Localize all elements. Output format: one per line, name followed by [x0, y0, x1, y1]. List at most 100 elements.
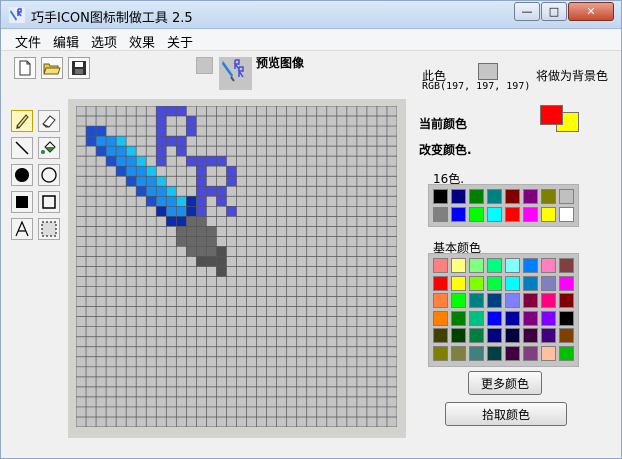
canvas-pixel[interactable]	[216, 246, 227, 257]
canvas-pixel[interactable]	[166, 206, 177, 217]
canvas-pixel[interactable]	[176, 226, 187, 237]
basic-color-swatch[interactable]	[541, 328, 556, 343]
canvas-pixel[interactable]	[116, 146, 127, 157]
save-button[interactable]	[68, 57, 90, 79]
rect-tool[interactable]	[38, 191, 60, 213]
canvas-pixel[interactable]	[116, 136, 127, 147]
canvas-pixel[interactable]	[206, 256, 217, 267]
basic-color-swatch[interactable]	[559, 293, 574, 308]
basic-color-swatch[interactable]	[487, 258, 502, 273]
basic-color-swatch[interactable]	[451, 310, 466, 326]
canvas-pixel[interactable]	[136, 176, 147, 187]
canvas-pixel[interactable]	[156, 146, 167, 157]
palette16-swatch[interactable]	[541, 206, 556, 222]
basic-color-swatch[interactable]	[541, 258, 556, 273]
canvas-pixel[interactable]	[216, 266, 227, 277]
canvas-pixel[interactable]	[156, 116, 167, 127]
basic-color-swatch[interactable]	[451, 275, 466, 291]
palette16-swatch[interactable]	[469, 189, 484, 204]
canvas-pixel[interactable]	[206, 226, 217, 237]
canvas-pixel[interactable]	[176, 236, 187, 247]
canvas-pixel[interactable]	[186, 216, 197, 227]
canvas-pixel[interactable]	[106, 136, 117, 147]
canvas-pixel[interactable]	[106, 146, 117, 157]
canvas-pixel[interactable]	[166, 106, 177, 117]
canvas-pixel[interactable]	[96, 146, 107, 157]
palette16-swatch[interactable]	[487, 206, 502, 222]
pencil-tool[interactable]	[11, 110, 33, 132]
canvas-pixel[interactable]	[196, 186, 207, 197]
basic-color-swatch[interactable]	[505, 258, 520, 273]
canvas-pixel[interactable]	[226, 166, 237, 177]
basic-color-swatch[interactable]	[505, 275, 520, 291]
basic-color-swatch[interactable]	[541, 293, 556, 308]
canvas-pixel[interactable]	[146, 186, 157, 197]
canvas-pixel[interactable]	[186, 246, 197, 257]
basic-color-swatch[interactable]	[433, 345, 448, 361]
canvas-pixel[interactable]	[196, 246, 207, 257]
canvas-pixel[interactable]	[126, 156, 137, 167]
canvas-pixel[interactable]	[196, 226, 207, 237]
basic-color-swatch[interactable]	[559, 258, 574, 273]
basic-color-swatch[interactable]	[505, 328, 520, 343]
basic-color-swatch[interactable]	[541, 310, 556, 326]
minimize-button[interactable]: —	[514, 2, 540, 21]
basic-color-swatch[interactable]	[487, 328, 502, 343]
canvas-pixel[interactable]	[216, 186, 227, 197]
canvas-pixel[interactable]	[216, 196, 227, 207]
palette16-swatch[interactable]	[487, 189, 502, 204]
basic-color-swatch[interactable]	[505, 293, 520, 308]
canvas-pixel[interactable]	[206, 156, 217, 167]
canvas-pixel[interactable]	[156, 206, 167, 217]
canvas-pixel[interactable]	[186, 196, 197, 207]
basic-color-swatch[interactable]	[469, 345, 484, 361]
basic-color-swatch[interactable]	[433, 258, 448, 273]
basic-color-swatch[interactable]	[559, 275, 574, 291]
canvas-pixel[interactable]	[156, 126, 167, 137]
canvas-pixel[interactable]	[146, 196, 157, 207]
basic-color-swatch[interactable]	[433, 275, 448, 291]
basic-color-swatch[interactable]	[523, 275, 538, 291]
text-tool[interactable]	[11, 218, 33, 240]
set-background-label[interactable]: 将做为背景色	[536, 67, 608, 84]
close-button[interactable]: ✕	[568, 2, 614, 21]
palette16-swatch[interactable]	[541, 189, 556, 204]
canvas-pixel[interactable]	[96, 136, 107, 147]
canvas-pixel[interactable]	[106, 156, 117, 167]
fill-tool[interactable]	[38, 137, 60, 159]
canvas-pixel[interactable]	[156, 136, 167, 147]
canvas-pixel[interactable]	[156, 196, 167, 207]
basic-color-swatch[interactable]	[469, 258, 484, 273]
basic-color-swatch[interactable]	[451, 258, 466, 273]
basic-color-swatch[interactable]	[433, 293, 448, 308]
canvas-pixel[interactable]	[226, 176, 237, 187]
menu-options[interactable]: 选项	[91, 32, 117, 51]
canvas-pixel[interactable]	[196, 156, 207, 167]
palette16-swatch[interactable]	[523, 189, 538, 204]
basic-color-swatch[interactable]	[505, 310, 520, 326]
palette16-swatch[interactable]	[505, 189, 520, 204]
circle-tool[interactable]	[38, 164, 60, 186]
canvas-pixel[interactable]	[196, 256, 207, 267]
canvas-pixel[interactable]	[176, 146, 187, 157]
basic-color-swatch[interactable]	[559, 328, 574, 343]
canvas-pixel[interactable]	[166, 196, 177, 207]
basic-color-swatch[interactable]	[469, 293, 484, 308]
canvas-pixel[interactable]	[196, 166, 207, 177]
palette16-swatch[interactable]	[451, 206, 466, 222]
canvas-pixel[interactable]	[206, 186, 217, 197]
basic-color-swatch[interactable]	[559, 310, 574, 326]
canvas-pixel[interactable]	[196, 206, 207, 217]
eraser-tool[interactable]	[38, 110, 60, 132]
canvas-pixel[interactable]	[126, 146, 137, 157]
canvas-pixel[interactable]	[226, 206, 237, 217]
canvas-pixel[interactable]	[136, 166, 147, 177]
palette16-swatch[interactable]	[523, 206, 538, 222]
canvas-pixel[interactable]	[196, 216, 207, 227]
canvas-pixel[interactable]	[156, 186, 167, 197]
basic-color-swatch[interactable]	[451, 345, 466, 361]
pixel-canvas[interactable]	[76, 106, 397, 427]
palette16-swatch[interactable]	[559, 189, 574, 204]
canvas-pixel[interactable]	[216, 256, 227, 267]
basic-color-swatch[interactable]	[487, 275, 502, 291]
